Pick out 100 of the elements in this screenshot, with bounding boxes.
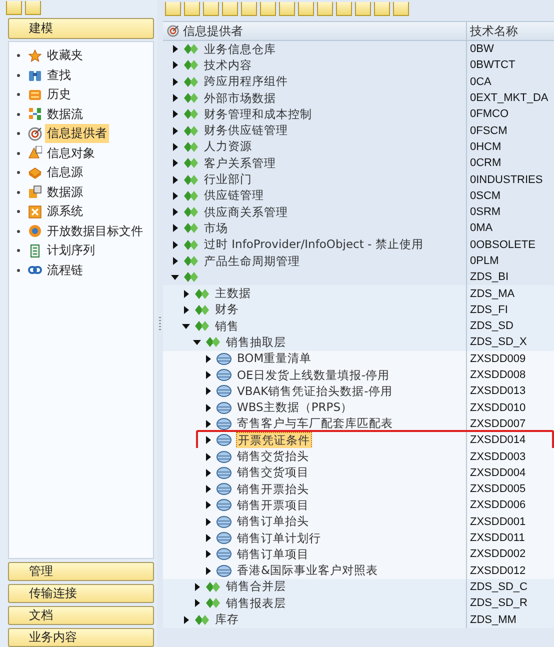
tree-node-label[interactable]: 香港&国际事业客户对照表 [236, 563, 379, 578]
expand-arrow-icon[interactable] [171, 176, 179, 184]
expand-arrow-icon[interactable] [171, 257, 179, 265]
expand-arrow-icon[interactable] [204, 354, 212, 363]
section-button[interactable]: 业务内容 [8, 628, 154, 647]
nav-item[interactable]: 数据流 [45, 104, 85, 124]
tree-node-label[interactable]: 销售开票项目 [236, 498, 310, 513]
tree-node-label[interactable]: 过时 InfoProvider/InfoObject - 禁止使用 [203, 237, 424, 252]
bullet [17, 210, 20, 214]
expand-arrow-icon[interactable] [204, 387, 212, 396]
expand-arrow-icon[interactable] [204, 420, 212, 428]
expand-arrow-icon[interactable] [171, 126, 179, 135]
tree-node-label[interactable]: 跨应用程序组件 [203, 74, 289, 90]
tree-node-label[interactable]: BOM重量清单 [236, 351, 313, 366]
technical-name: ZDS_MM [470, 614, 516, 626]
nav-item[interactable]: 收藏夹 [45, 46, 85, 66]
bullet [17, 268, 20, 272]
tree-node-label[interactable]: 销售合并层 [225, 579, 287, 594]
expand-arrow-icon[interactable] [193, 582, 201, 591]
diamonds-icon [205, 580, 221, 593]
expand-arrow-icon[interactable] [204, 534, 212, 542]
tree-node-label[interactable]: 供应链管理 [203, 188, 265, 204]
technical-name: 0MA [470, 222, 493, 234]
nav-item[interactable]: 信息源 [45, 163, 85, 182]
tree-node-label[interactable]: 销售开票抬头 [236, 482, 310, 497]
technical-name: 0HCM [470, 140, 502, 153]
expand-arrow-icon[interactable] [171, 240, 179, 249]
scroll-icon [28, 88, 42, 102]
expand-arrow-icon[interactable] [204, 518, 212, 526]
nav-item[interactable]: 流程链 [45, 260, 85, 280]
tree-node-label[interactable]: 主数据 [214, 286, 252, 302]
tree-node-label[interactable]: 人力资源 [203, 139, 253, 154]
expand-arrow-icon[interactable] [171, 224, 179, 232]
expand-arrow-icon[interactable] [171, 159, 179, 168]
tree-node-label[interactable]: 销售抽取层 [225, 334, 287, 350]
tree-node-label[interactable]: 供应商关系管理 [203, 204, 289, 220]
tree-node-label[interactable]: 销售交货抬头 [236, 449, 310, 464]
tree-node-label[interactable]: 销售订单抬头 [236, 514, 310, 530]
collapse-arrow-icon[interactable] [171, 273, 179, 282]
section-button[interactable]: 管理 [8, 562, 154, 581]
expand-arrow-icon[interactable] [204, 566, 212, 575]
tree-node-label[interactable]: 财务 [214, 302, 240, 318]
nav-item[interactable]: 源系统 [45, 202, 85, 222]
tree-node-label[interactable]: 销售订单计划行 [236, 530, 322, 546]
expand-arrow-icon[interactable] [204, 468, 212, 477]
tree-node-label[interactable]: 销售 [214, 318, 240, 334]
expand-arrow-icon[interactable] [204, 501, 212, 510]
expand-arrow-icon[interactable] [204, 550, 212, 558]
nav-item[interactable]: 信息提供者 [45, 124, 109, 144]
nav-item[interactable]: 计划序列 [45, 241, 97, 260]
expand-arrow-icon[interactable] [171, 94, 179, 102]
tree-node-label[interactable]: 行业部门 [203, 172, 253, 188]
tree-node-label[interactable]: 财务管理和成本控制 [203, 106, 313, 122]
expand-arrow-icon[interactable] [204, 485, 212, 494]
section-header[interactable]: 建模 [8, 18, 154, 39]
nav-item[interactable]: 开放数据目标文件 [45, 222, 145, 241]
expand-arrow-icon[interactable] [182, 290, 190, 298]
expand-arrow-icon[interactable] [193, 599, 201, 608]
expand-arrow-icon[interactable] [171, 192, 179, 200]
tree-node-label[interactable]: VBAK销售凭证抬头数据-停用 [236, 384, 394, 399]
tree-node-label[interactable]: 销售报表层 [225, 596, 287, 611]
technical-name: ZXSDD011 [470, 532, 525, 544]
nav-item[interactable]: 历史 [45, 85, 73, 104]
expand-arrow-icon[interactable] [171, 208, 179, 216]
section-button[interactable]: 传输连接 [8, 584, 154, 603]
expand-arrow-icon[interactable] [204, 371, 212, 380]
section-button[interactable]: 文档 [8, 606, 154, 625]
expand-arrow-icon[interactable] [171, 142, 179, 151]
nav-item[interactable]: 数据源 [45, 182, 85, 202]
expand-arrow-icon[interactable] [171, 78, 179, 86]
expand-arrow-icon[interactable] [182, 616, 190, 624]
nav-item[interactable]: 查找 [45, 66, 73, 85]
technical-name: ZXSDD008 [470, 369, 526, 382]
tree-node-label[interactable]: 财务供应链管理 [203, 123, 289, 138]
tree-node-label[interactable]: 销售交货项目 [236, 465, 310, 480]
expand-arrow-icon[interactable] [204, 404, 212, 412]
tree-node-label[interactable]: OE日发货上线数量填报-停用 [236, 368, 390, 383]
expand-arrow-icon[interactable] [182, 306, 190, 314]
box-icon [28, 166, 42, 180]
tree-node-label[interactable]: WBS主数据（PRPS） [236, 400, 354, 416]
expand-arrow-icon[interactable] [204, 452, 212, 461]
tree-node-label[interactable]: 市场 [203, 220, 229, 236]
tree-node-label[interactable]: 开票凭证条件 [236, 432, 312, 449]
tree-node-label[interactable]: 业务信息仓库 [203, 42, 277, 57]
collapse-arrow-icon[interactable] [193, 338, 201, 346]
tree-node-label[interactable]: 库存 [214, 612, 240, 628]
bullet [17, 93, 20, 96]
expand-arrow-icon[interactable] [171, 45, 179, 54]
tree-node-label[interactable]: 外部市场数据 [203, 90, 277, 106]
nav-item[interactable]: 信息对象 [45, 144, 97, 163]
expand-arrow-icon[interactable] [204, 436, 212, 444]
expand-arrow-icon[interactable] [171, 61, 179, 70]
expand-arrow-icon[interactable] [171, 110, 179, 118]
tree-node-label[interactable]: 客户关系管理 [203, 156, 277, 171]
tree-node-label[interactable]: 销售订单项目 [236, 546, 310, 562]
technical-name: ZXSDD009 [470, 352, 526, 365]
tree-node-label[interactable]: 寄售客户与车厂配套库匹配表 [236, 416, 394, 432]
tree-node-label[interactable]: 技术内容 [203, 58, 253, 73]
collapse-arrow-icon[interactable] [182, 322, 190, 330]
tree-node-label[interactable]: 产品生命周期管理 [203, 254, 301, 268]
